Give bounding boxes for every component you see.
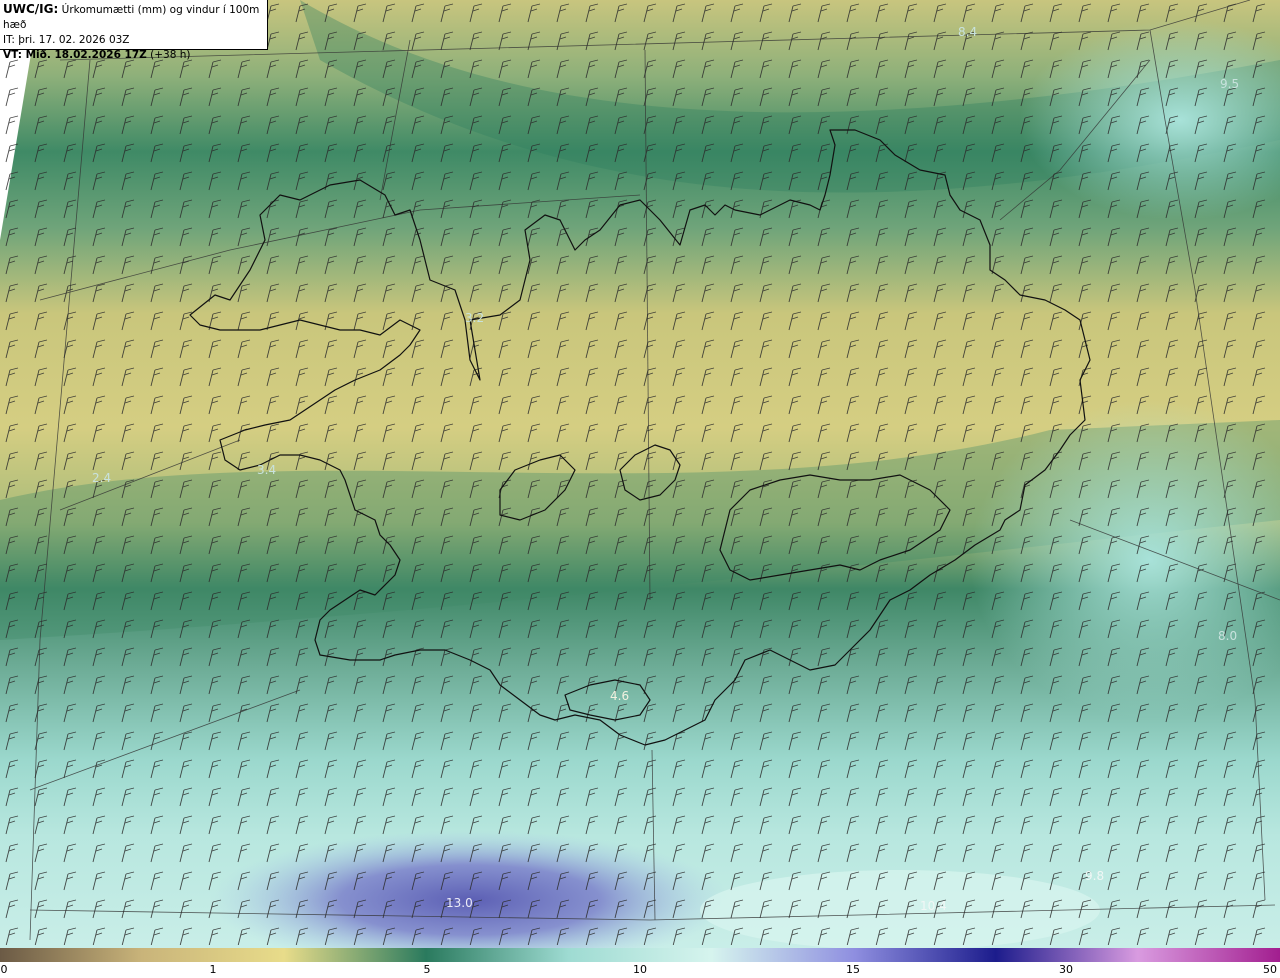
- weather-map: 8.4 3.2 3.4 2.4 4.6 13.0 9.8 10.4 8.0 9.…: [0, 0, 1280, 950]
- scale-tick-1: 1: [209, 963, 217, 976]
- color-scale: 0 1 5 10 15 30 50: [0, 948, 1280, 978]
- scale-tick-15: 15: [846, 963, 860, 976]
- scale-tick-30: 30: [1059, 963, 1073, 976]
- map-info-box: UWC/IG: Úrkomumætti (mm) og vindur í 100…: [0, 0, 268, 61]
- value-label: 9.8: [1085, 869, 1104, 883]
- value-label: 8.0: [1218, 629, 1237, 643]
- scale-tick-50: 50: [1263, 963, 1277, 976]
- scale-tick-5: 5: [423, 963, 431, 976]
- value-label: 3.4: [257, 463, 276, 477]
- scale-tick-10: 10: [633, 963, 647, 976]
- forecast-offset: (+38 h): [150, 49, 191, 61]
- scale-tick-0: 0: [0, 963, 8, 976]
- init-time: IT: þri. 17. 02. 2026 03Z: [3, 34, 130, 46]
- value-label: 13.0: [446, 896, 473, 910]
- valid-time: VT: Mið. 18.02.2026 17Z: [3, 49, 147, 61]
- value-label: 3.2: [465, 311, 484, 325]
- wind-barbs: [0, 0, 1280, 945]
- value-label: 2.4: [92, 471, 111, 485]
- value-label: 10.4: [920, 899, 947, 913]
- value-label: 4.6: [610, 689, 629, 703]
- value-label: 8.4: [958, 25, 977, 39]
- color-scale-gradient: [0, 948, 1280, 962]
- value-label: 9.5: [1220, 77, 1239, 91]
- model-label: UWC/IG:: [3, 2, 59, 16]
